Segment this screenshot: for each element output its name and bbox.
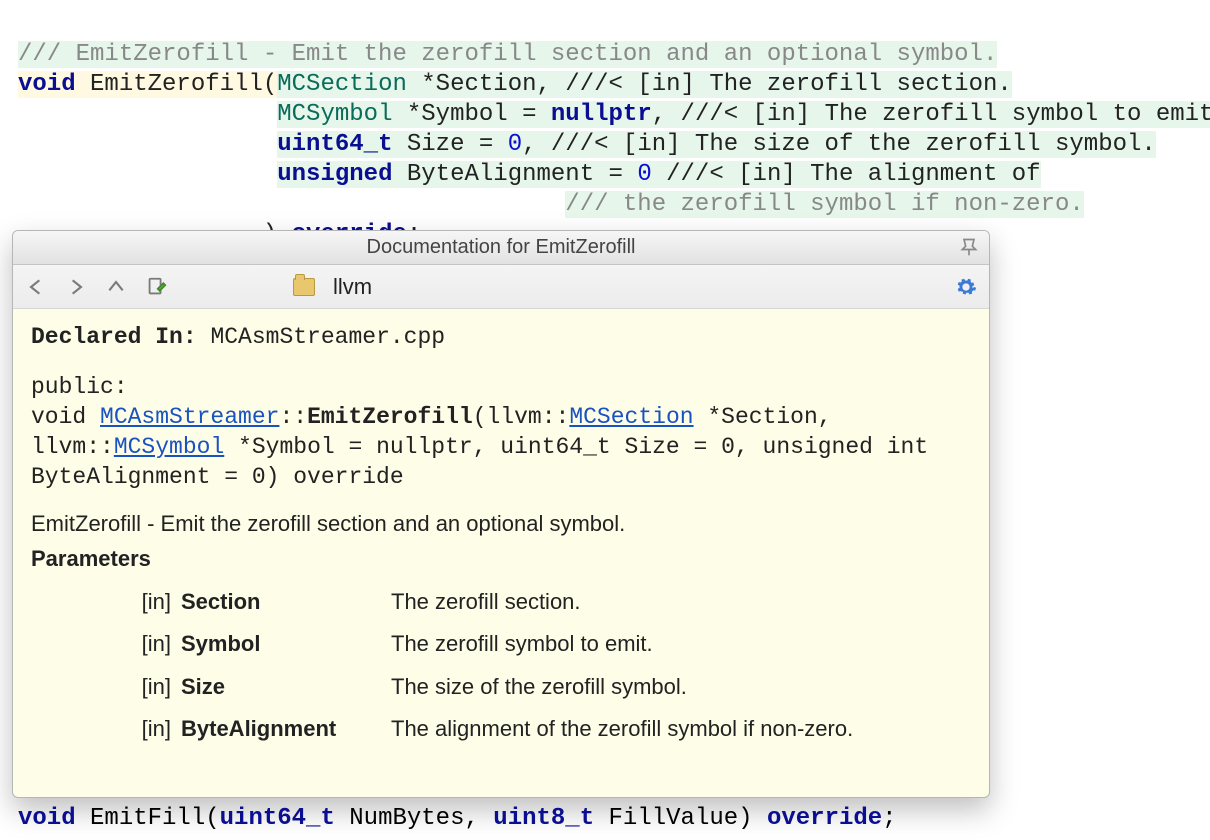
type-uint64: uint64_t [220,805,335,832]
pad [18,101,277,128]
popup-body[interactable]: Declared In: MCAsmStreamer.cpp public: v… [13,309,989,797]
gear-icon[interactable] [953,274,979,300]
code-text: Size = [392,131,507,158]
code-editor[interactable]: /// EmitZerofill - Emit the zerofill sec… [0,0,1210,260]
code-text: , ///< [in] The zerofill symbol to emit. [652,101,1210,128]
code-text: NumBytes, [335,805,493,832]
declared-in-row: Declared In: MCAsmStreamer.cpp [31,323,971,353]
param-desc: The zerofill symbol to emit. [391,630,971,659]
param-row: [in] ByteAlignment The alignment of the … [111,715,971,744]
param-dir: [in] [111,715,171,744]
code-line-bottom[interactable]: void EmitFill(uint64_t NumBytes, uint8_t… [18,804,897,834]
doc-summary: EmitZerofill - Emit the zerofill section… [31,510,971,539]
num-zero: 0 [637,161,651,188]
param-name: Section [181,588,381,617]
fn-name: EmitZerofill [90,71,263,98]
pad [18,131,277,158]
param-row: [in] Symbol The zerofill symbol to emit. [111,630,971,659]
edit-icon[interactable] [143,274,169,300]
documentation-popup: Documentation for EmitZerofill llvm [12,230,990,798]
pad [18,191,565,218]
sig-sep: :: [279,404,307,430]
param-name: ByteAlignment [181,715,381,744]
param-row: [in] Section The zerofill section. [111,588,971,617]
code-text: *Section, ///< [in] The zerofill section… [407,71,1012,98]
param-dir: [in] [111,630,171,659]
param-name: Size [181,673,381,702]
type-uint64: uint64_t [277,131,392,158]
declared-in-value: MCAsmStreamer.cpp [197,324,445,350]
forward-icon[interactable] [63,274,89,300]
kw-override: override [767,805,882,832]
kw-nullptr: nullptr [551,101,652,128]
kw-void: void [18,805,76,832]
sig-fn: EmitZerofill [307,404,473,430]
code-comment: /// the zerofill symbol if non-zero. [565,191,1083,218]
back-icon[interactable] [23,274,49,300]
module-label[interactable]: llvm [333,273,372,301]
pin-icon[interactable] [959,237,979,257]
param-desc: The alignment of the zerofill symbol if … [391,715,971,744]
sig-ns: llvm:: [31,434,114,460]
semi: ; [882,805,896,832]
code-text: EmitFill( [76,805,220,832]
code-text: *Symbol = [392,101,550,128]
param-desc: The size of the zerofill symbol. [391,673,971,702]
declared-in-label: Declared In: [31,324,197,350]
params-heading: Parameters [31,545,971,574]
signature-line-2: llvm::MCSymbol *Symbol = nullptr, uint64… [31,433,971,463]
popup-titlebar[interactable]: Documentation for EmitZerofill [13,231,989,265]
code-text: ByteAlignment = [392,161,637,188]
param-row: [in] Size The size of the zerofill symbo… [111,673,971,702]
signature-line-3: ByteAlignment = 0) override [31,463,971,493]
up-icon[interactable] [103,274,129,300]
type-mcsection: MCSection [277,71,407,98]
pad [18,161,277,188]
type-uint8: uint8_t [493,805,594,832]
popup-title-text: Documentation for EmitZerofill [367,235,636,260]
code-text: FillValue) [594,805,767,832]
kw-unsigned: unsigned [277,161,392,188]
code-text: ///< [in] The alignment of [652,161,1041,188]
type-mcsymbol: MCSymbol [277,101,392,128]
sig-p1: *Section, [694,404,832,430]
link-mcsymbol[interactable]: MCSymbol [114,434,224,460]
code-text: , ///< [in] The size of the zerofill sym… [522,131,1156,158]
sig-void: void [31,404,100,430]
sig-open: (llvm:: [473,404,570,430]
param-dir: [in] [111,673,171,702]
popup-toolbar: llvm [13,265,989,309]
param-dir: [in] [111,588,171,617]
num-zero: 0 [508,131,522,158]
param-desc: The zerofill section. [391,588,971,617]
code-comment: /// EmitZerofill - Emit the zerofill sec… [18,41,997,68]
access-specifier: public: [31,373,971,403]
folder-icon[interactable] [293,278,315,296]
kw-void: void [18,71,76,98]
param-name: Symbol [181,630,381,659]
sig-rest2: *Symbol = nullptr, uint64_t Size = 0, un… [224,434,928,460]
signature-line-1: void MCAsmStreamer::EmitZerofill(llvm::M… [31,403,971,433]
link-mcsection[interactable]: MCSection [569,404,693,430]
link-class[interactable]: MCAsmStreamer [100,404,279,430]
